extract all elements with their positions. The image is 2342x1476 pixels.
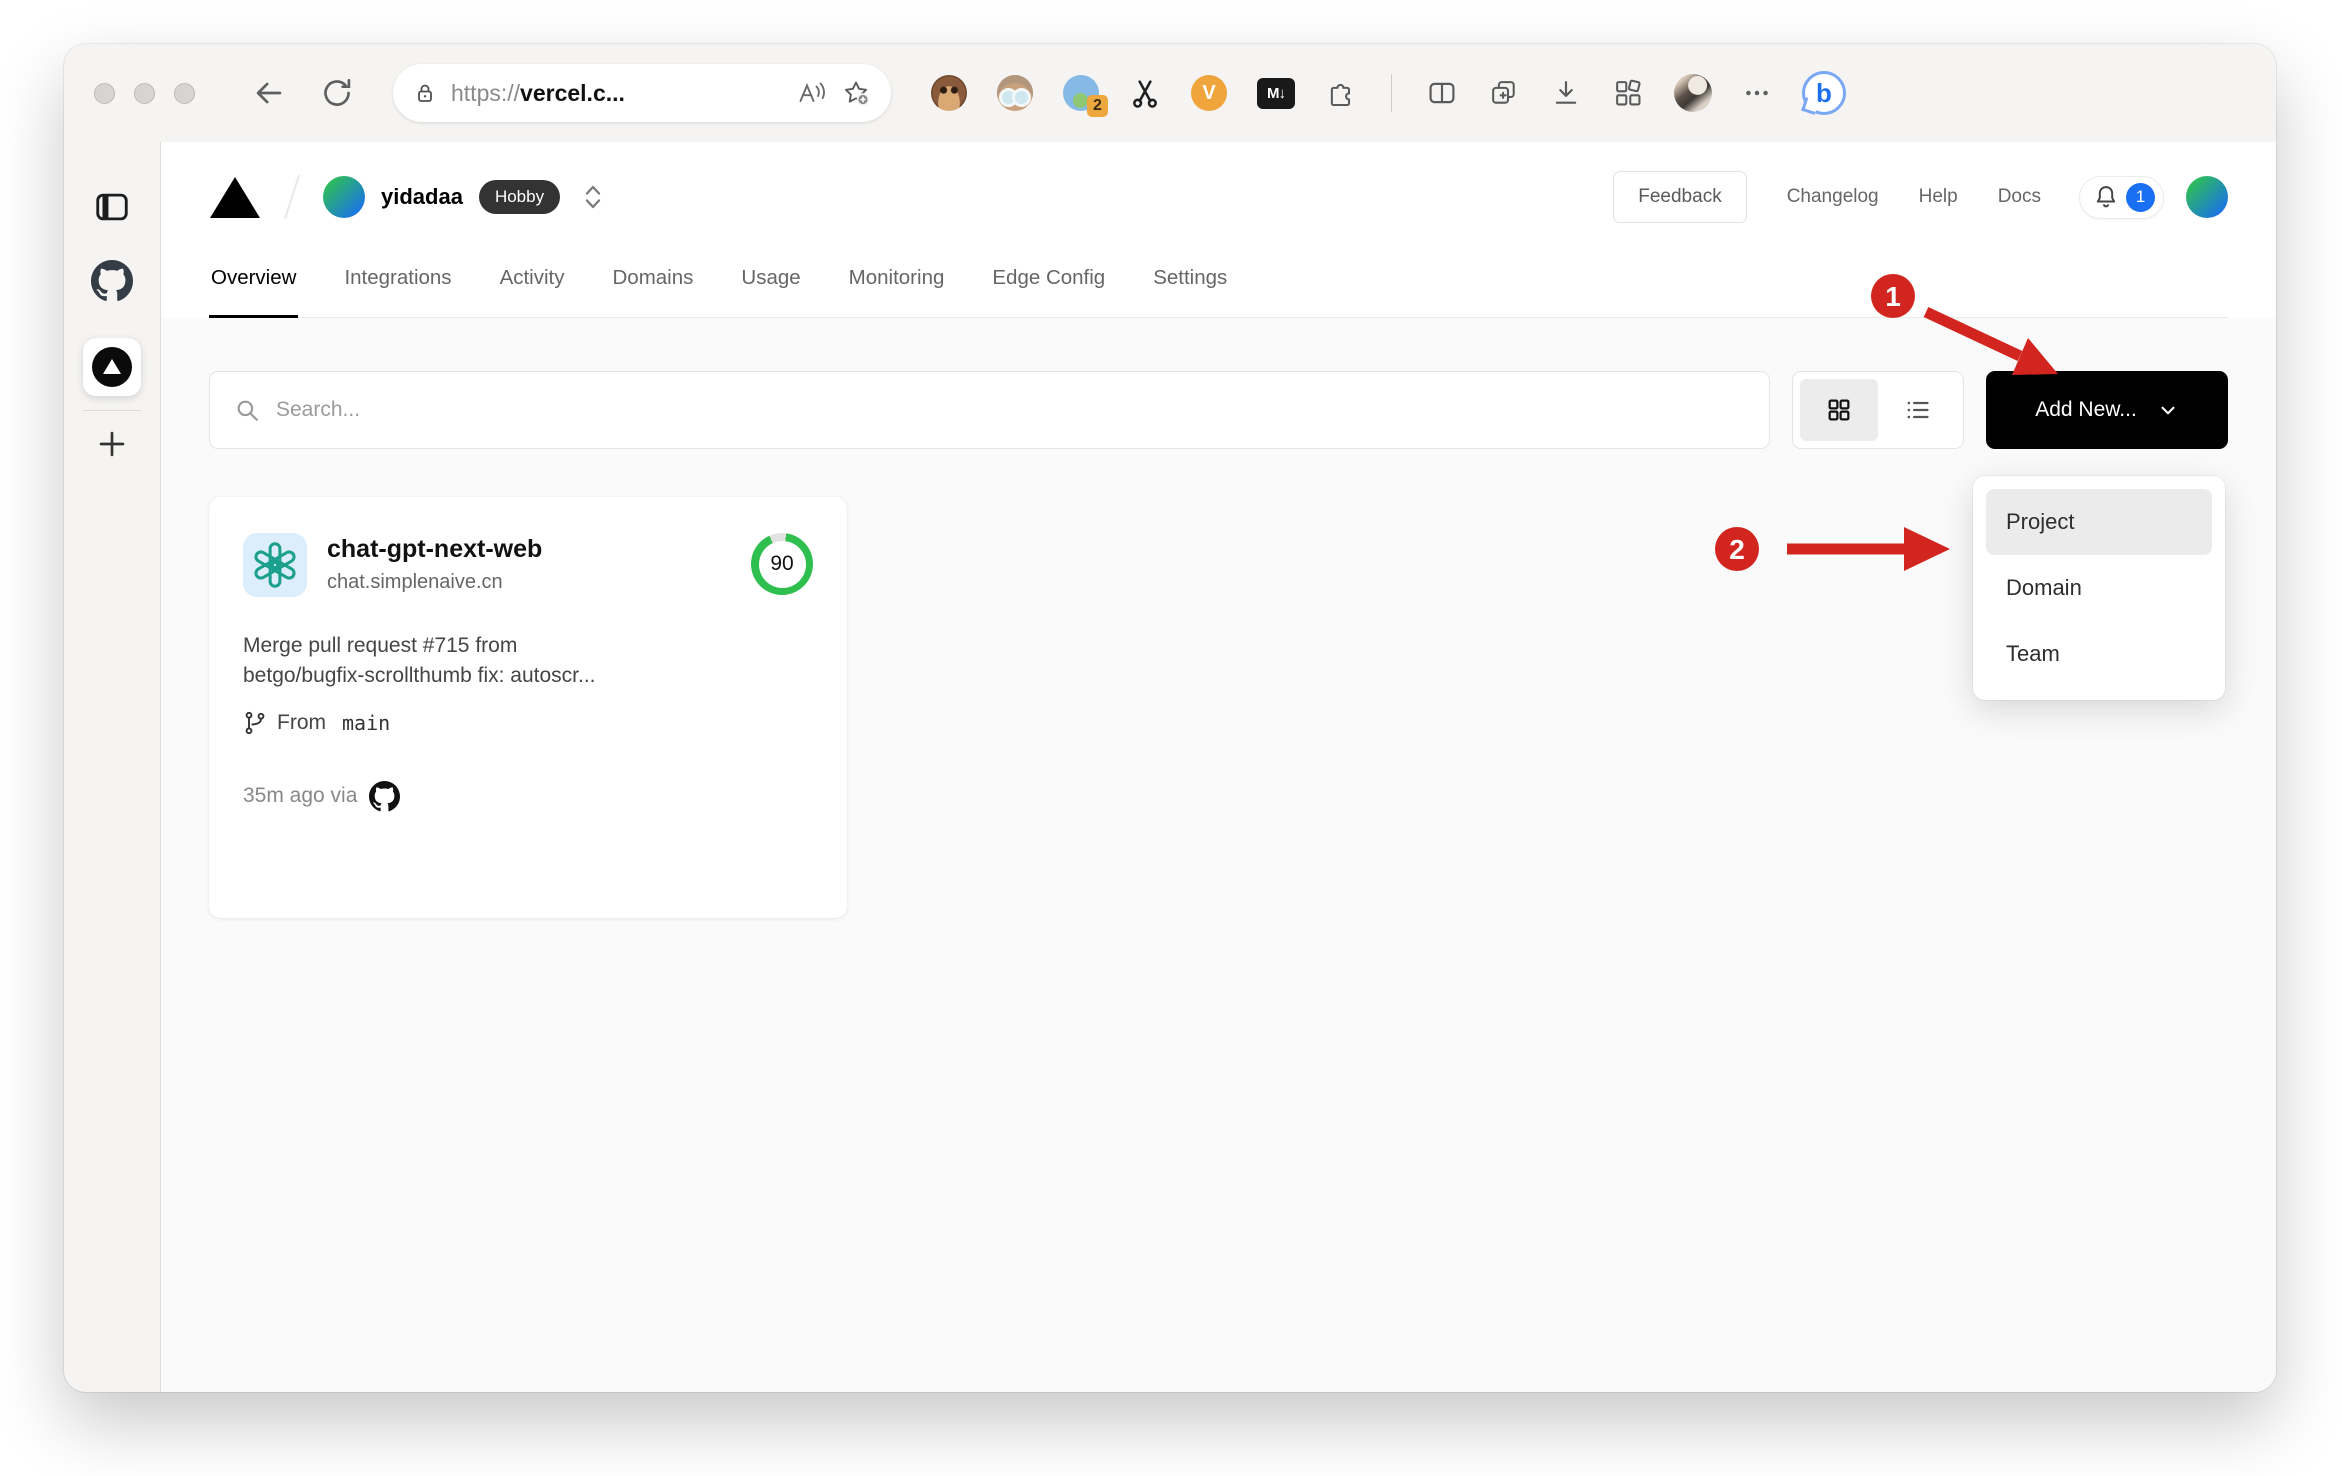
bell-icon xyxy=(2092,183,2120,211)
git-branch-icon xyxy=(243,711,267,735)
downloads-icon[interactable] xyxy=(1550,77,1582,109)
lock-icon xyxy=(413,81,437,105)
project-domain[interactable]: chat.simplenaive.cn xyxy=(327,571,542,594)
more-menu-icon[interactable] xyxy=(1742,78,1772,108)
team-avatar xyxy=(323,176,365,218)
breadcrumb-slash xyxy=(283,174,301,220)
plan-badge: Hobby xyxy=(478,180,561,214)
project-search[interactable] xyxy=(209,371,1770,449)
vercel-favicon xyxy=(92,347,132,387)
sidebar-add-icon[interactable] xyxy=(95,427,129,461)
openai-project-icon xyxy=(243,533,307,597)
tab-usage[interactable]: Usage xyxy=(739,252,802,317)
collections-icon[interactable] xyxy=(1488,77,1520,109)
score-value: 90 xyxy=(758,540,806,588)
chevron-updown-icon[interactable] xyxy=(582,182,604,212)
tab-overview[interactable]: Overview xyxy=(209,252,299,318)
sidebar-divider xyxy=(83,410,141,411)
tab-monitoring[interactable]: Monitoring xyxy=(847,252,947,317)
commit-message: Merge pull request #715 from betgo/bugfi… xyxy=(243,634,596,687)
notification-count-badge: 1 xyxy=(2126,182,2155,212)
user-avatar[interactable] xyxy=(2186,176,2228,218)
sidebar-toggle-icon[interactable] xyxy=(93,190,131,224)
team-name: yidadaa xyxy=(381,184,463,209)
close-window-button[interactable] xyxy=(94,82,115,104)
vercel-pinned-site[interactable] xyxy=(83,338,141,396)
refresh-icon[interactable] xyxy=(319,75,355,111)
zoom-window-button[interactable] xyxy=(174,82,195,104)
tampermonkey-extension-icon[interactable] xyxy=(931,75,967,111)
browser-toolbar: https://vercel.c... 2 V M↓ b xyxy=(64,44,2276,142)
project-card[interactable]: chat-gpt-next-web chat.simplenaive.cn 90… xyxy=(209,497,847,918)
score-ring[interactable]: 90 xyxy=(751,533,813,595)
tab-edge-config[interactable]: Edge Config xyxy=(990,252,1107,317)
tab-domains[interactable]: Domains xyxy=(611,252,696,317)
browser-window: https://vercel.c... 2 V M↓ b yidadaa Hob… xyxy=(64,44,2276,1392)
feedback-button[interactable]: Feedback xyxy=(1613,171,1747,223)
chevron-down-icon xyxy=(2161,406,2175,415)
dropdown-item-domain[interactable]: Domain xyxy=(1986,555,2212,621)
project-name[interactable]: chat-gpt-next-web xyxy=(327,535,542,564)
granny-avatar-extension-icon[interactable] xyxy=(997,75,1033,111)
split-screen-icon[interactable] xyxy=(1426,77,1458,109)
screenshot-page: https://vercel.c... 2 V M↓ b yidadaa Hob… xyxy=(0,0,2342,1476)
vercel-nav-tabs: Overview Integrations Activity Domains U… xyxy=(209,252,2228,318)
github-sidebar-icon[interactable] xyxy=(91,260,133,302)
list-view-icon xyxy=(1907,401,1929,419)
search-input[interactable] xyxy=(276,398,1745,422)
apps-grid-icon[interactable] xyxy=(1612,77,1644,109)
search-icon xyxy=(234,397,260,423)
dropdown-item-team[interactable]: Team xyxy=(1986,621,2212,687)
vercel-page: yidadaa Hobby Feedback Changelog Help Do… xyxy=(161,142,2276,1392)
extension-badge-count: 2 xyxy=(1087,95,1108,117)
window-controls xyxy=(94,82,195,104)
add-new-dropdown: Project Domain Team xyxy=(1973,476,2225,700)
tab-integrations[interactable]: Integrations xyxy=(342,252,453,317)
extensions-row: 2 V M↓ b xyxy=(931,71,1846,117)
markdown-extension-icon[interactable]: M↓ xyxy=(1257,77,1295,109)
profile-avatar[interactable] xyxy=(1674,74,1712,112)
branch-name: main xyxy=(342,710,391,735)
read-aloud-icon[interactable] xyxy=(797,80,827,106)
overview-content: Add New... xyxy=(161,318,2276,1392)
tab-activity[interactable]: Activity xyxy=(498,252,567,317)
v-extension-icon[interactable]: V xyxy=(1191,75,1227,111)
branch-row: From main xyxy=(243,711,813,735)
dropdown-item-project[interactable]: Project xyxy=(1986,489,2212,555)
list-view-button[interactable] xyxy=(1878,379,1956,441)
docs-link[interactable]: Docs xyxy=(1998,186,2041,208)
scissors-extension-icon[interactable] xyxy=(1129,77,1161,109)
extension-with-badge-icon[interactable]: 2 xyxy=(1063,75,1108,117)
add-new-button[interactable]: Add New... xyxy=(1986,371,2228,449)
changelog-link[interactable]: Changelog xyxy=(1787,186,1879,208)
grid-view-icon xyxy=(1828,399,1850,421)
favorites-star-icon[interactable] xyxy=(841,78,871,108)
edge-sidebar xyxy=(64,142,161,1392)
notifications-button[interactable]: 1 xyxy=(2079,175,2164,219)
bing-chat-icon[interactable]: b xyxy=(1802,71,1846,115)
github-icon xyxy=(369,780,401,812)
view-toggle xyxy=(1792,371,1964,449)
address-bar[interactable]: https://vercel.c... xyxy=(393,64,891,122)
deploy-row: 35m ago via xyxy=(243,780,813,812)
extensions-puzzle-icon[interactable] xyxy=(1325,77,1357,109)
minimize-window-button[interactable] xyxy=(134,82,155,104)
vercel-logo-icon[interactable] xyxy=(209,175,261,219)
back-icon[interactable] xyxy=(251,75,287,111)
team-switcher[interactable]: yidadaa Hobby xyxy=(323,176,604,218)
grid-view-button[interactable] xyxy=(1800,379,1878,441)
toolbar-divider xyxy=(1391,74,1392,112)
tab-settings[interactable]: Settings xyxy=(1151,252,1229,317)
url-text: https://vercel.c... xyxy=(451,79,625,106)
help-link[interactable]: Help xyxy=(1919,186,1958,208)
vercel-header: yidadaa Hobby Feedback Changelog Help Do… xyxy=(209,142,2228,252)
